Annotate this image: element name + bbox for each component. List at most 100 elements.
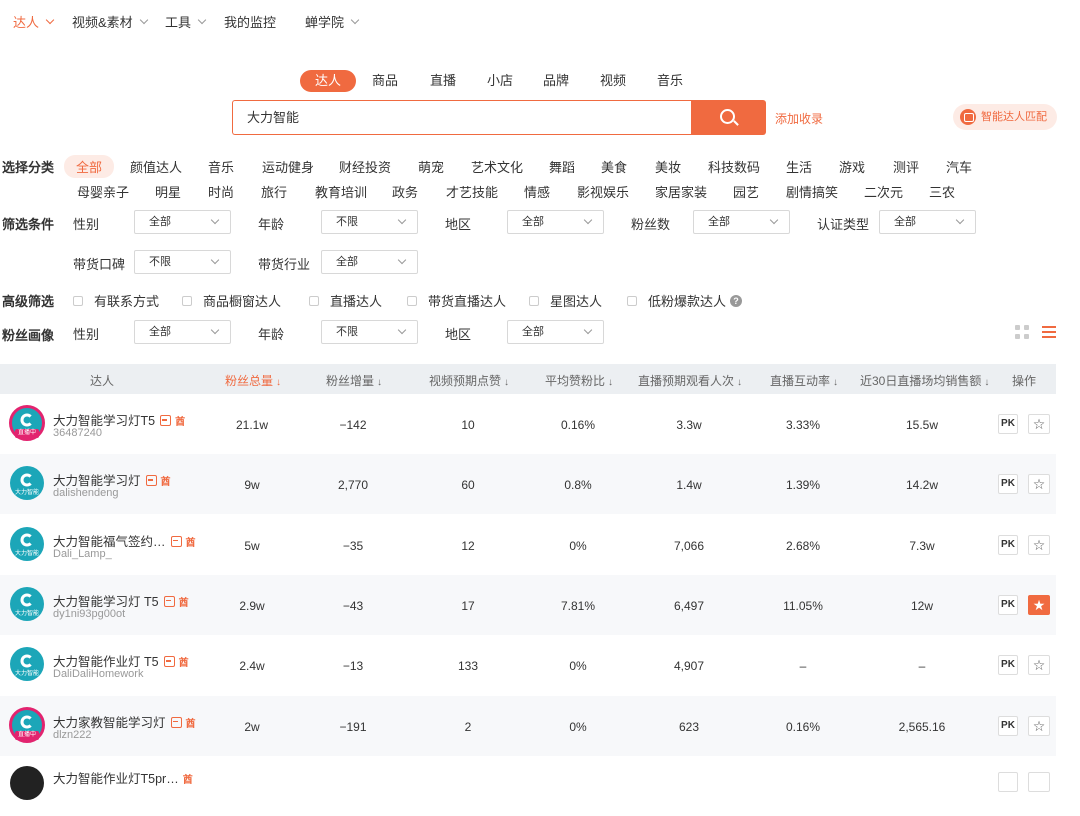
category-item[interactable]: 运动健身: [262, 157, 314, 176]
shop-window-icon: [170, 535, 182, 547]
table-row[interactable]: 大力智能直播中大力智能学习灯T5酋3648724021.1w−142100.16…: [0, 394, 1056, 454]
pk-button[interactable]: PK: [998, 534, 1018, 555]
col-interact-rate[interactable]: 直播互动率 ↓: [770, 372, 838, 389]
avatar[interactable]: 大力智能: [10, 647, 44, 682]
star-icon[interactable]: ☆: [1028, 414, 1050, 434]
tab-video[interactable]: 视频: [600, 70, 626, 92]
tab-live[interactable]: 直播: [430, 70, 456, 92]
category-item[interactable]: 汽车: [946, 157, 972, 176]
star-icon[interactable]: [1028, 771, 1050, 792]
category-item[interactable]: 时尚: [208, 182, 234, 201]
pk-button[interactable]: PK: [998, 414, 1018, 434]
tab-brand[interactable]: 品牌: [543, 70, 569, 92]
category-item[interactable]: 音乐: [208, 157, 234, 176]
table-row[interactable]: 大力智能 大力智能学习灯 酋 dalishendeng 9w 2,770 60 0.8% 1.4…: [0, 454, 1056, 515]
category-item[interactable]: 全部: [64, 155, 115, 178]
col-fans-total[interactable]: 粉丝总量 ↓: [225, 372, 281, 389]
nav-item-academy[interactable]: 蝉学院: [305, 12, 360, 31]
search-button[interactable]: [691, 100, 766, 135]
list-view-icon[interactable]: [1042, 325, 1056, 339]
table-row[interactable]: 大力智能 大力智能作业灯 T5 酋 DaliDaliHomework 2.4w −13 13…: [0, 635, 1056, 695]
category-item[interactable]: 科技数码: [708, 157, 760, 176]
col-video-likes[interactable]: 视频预期点赞 ↓: [429, 372, 509, 389]
category-item[interactable]: 财经投资: [339, 157, 391, 176]
pk-button[interactable]: [998, 771, 1018, 792]
fans-age-select[interactable]: 不限: [321, 320, 418, 344]
category-item[interactable]: 情感: [524, 182, 550, 201]
pk-button[interactable]: PK: [998, 715, 1018, 736]
category-item[interactable]: 游戏: [839, 157, 865, 176]
category-item[interactable]: 政务: [392, 182, 418, 201]
checkbox-contact[interactable]: 有联系方式: [73, 291, 159, 310]
category-item[interactable]: 剧情搞笑: [786, 182, 838, 201]
table-row[interactable]: 大力智能直播中大力家教智能学习灯酋dlzn2222w−19120%6230.16…: [0, 695, 1056, 756]
age-select[interactable]: 不限: [321, 210, 418, 234]
cert-select[interactable]: 全部: [879, 210, 976, 234]
star-icon[interactable]: ☆: [1028, 655, 1050, 676]
col-label: 直播预期观看人次: [638, 374, 735, 388]
col-live-views[interactable]: 直播预期观看人次 ↓: [638, 372, 742, 389]
search-input[interactable]: 大力智能: [232, 100, 692, 135]
smart-match-button[interactable]: 智能达人匹配: [953, 104, 1057, 130]
category-item[interactable]: 萌宠: [418, 157, 444, 176]
category-item[interactable]: 艺术文化: [471, 157, 523, 176]
pk-button[interactable]: PK: [998, 474, 1018, 495]
checkbox-live-sales[interactable]: 带货直播达人: [407, 291, 506, 310]
checkbox-showcase[interactable]: 商品橱窗达人: [182, 291, 281, 310]
col-fans-growth[interactable]: 粉丝增量 ↓: [326, 372, 382, 389]
category-item[interactable]: 教育培训: [315, 182, 367, 201]
category-item[interactable]: 颜值达人: [130, 157, 182, 176]
nav-item-video[interactable]: 视频&素材: [72, 12, 148, 31]
grid-view-icon[interactable]: [1015, 325, 1029, 339]
avatar[interactable]: 大力智能: [10, 466, 44, 501]
category-item[interactable]: 三农: [929, 182, 955, 201]
category-item[interactable]: 才艺技能: [446, 182, 498, 201]
avatar[interactable]: 大力智能: [10, 526, 44, 561]
category-item[interactable]: 家居家装: [655, 182, 707, 201]
nav-item-tools[interactable]: 工具: [165, 12, 207, 31]
help-icon[interactable]: ?: [730, 294, 743, 307]
star-icon[interactable]: ☆: [1028, 534, 1050, 555]
table-row[interactable]: 大力智能 大力智能福气签约… 酋 Dali_Lamp_ 5w −35 12 0% 7,066 2.…: [0, 515, 1056, 575]
category-item[interactable]: 母婴亲子: [77, 182, 129, 201]
gender-select[interactable]: 全部: [134, 210, 231, 234]
col-like-ratio[interactable]: 平均赞粉比 ↓: [545, 372, 613, 389]
pk-button[interactable]: PK: [998, 655, 1018, 676]
star-icon[interactable]: ☆: [1028, 715, 1050, 736]
avatar[interactable]: [10, 765, 44, 800]
category-item[interactable]: 舞蹈: [549, 157, 575, 176]
add-collection-link[interactable]: 添加收录: [775, 110, 823, 127]
talent-name[interactable]: 大力智能作业灯T5pr… 酋: [53, 768, 193, 787]
fans-gender-select[interactable]: 全部: [134, 320, 231, 344]
category-item[interactable]: 影视娱乐: [577, 182, 629, 201]
checkbox-live[interactable]: 直播达人: [309, 291, 382, 310]
reputation-select[interactable]: 不限: [134, 250, 231, 274]
nav-item-monitor[interactable]: 我的监控: [224, 12, 276, 31]
category-item[interactable]: 美妆: [655, 157, 681, 176]
tab-music[interactable]: 音乐: [657, 70, 683, 92]
category-item[interactable]: 园艺: [733, 182, 759, 201]
fans-select[interactable]: 全部: [693, 210, 790, 234]
fans-region-select[interactable]: 全部: [507, 320, 604, 344]
region-select[interactable]: 全部: [507, 210, 604, 234]
checkbox-low-fans[interactable]: 低粉爆款达人?: [627, 291, 743, 310]
industry-select[interactable]: 全部: [321, 250, 418, 274]
nav-item-talent[interactable]: 达人: [13, 12, 55, 31]
avatar[interactable]: 大力智能: [10, 586, 44, 621]
star-icon[interactable]: ☆: [1028, 474, 1050, 495]
category-item[interactable]: 测评: [893, 157, 919, 176]
category-item[interactable]: 美食: [601, 157, 627, 176]
pk-button[interactable]: PK: [998, 594, 1018, 615]
category-item[interactable]: 旅行: [261, 182, 287, 201]
checkbox-xingtu[interactable]: 星图达人: [529, 291, 602, 310]
tab-goods[interactable]: 商品: [372, 70, 398, 92]
table-row[interactable]: 大力智能作业灯T5pr… 酋: [0, 756, 1056, 816]
category-item[interactable]: 明星: [155, 182, 181, 201]
tab-talent[interactable]: 达人: [300, 70, 356, 92]
category-item[interactable]: 二次元: [864, 182, 903, 201]
star-icon[interactable]: ★: [1028, 594, 1050, 615]
category-item[interactable]: 生活: [786, 157, 812, 176]
table-row[interactable]: 大力智能 大力智能学习灯 T5 酋 dy1ni93pg00ot 2.9w −43 17 7.8…: [0, 574, 1056, 635]
col-live-sales[interactable]: 近30日直播场均销售额 ↓: [860, 372, 989, 389]
tab-shop[interactable]: 小店: [487, 70, 513, 92]
